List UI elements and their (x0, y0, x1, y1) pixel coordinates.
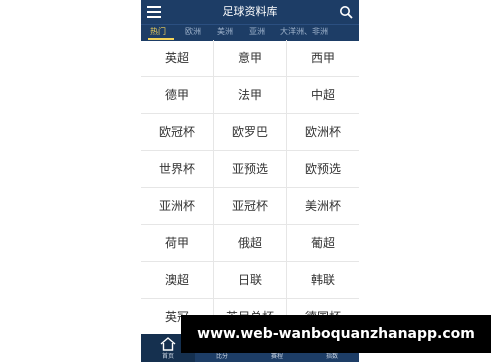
league-cell[interactable]: 英超 (141, 40, 214, 76)
home-icon (160, 337, 176, 351)
league-cell[interactable]: 澳超 (141, 262, 214, 298)
app-header: 足球资料库 (141, 0, 359, 24)
league-grid: 英超 意甲 西甲 德甲 法甲 中超 欧冠杯 欧罗巴 欧洲杯 世界杯 亚预选 欧预… (141, 40, 359, 336)
league-row: 澳超 日联 韩联 (141, 262, 359, 299)
league-cell[interactable]: 美洲杯 (287, 188, 359, 224)
league-cell[interactable]: 亚冠杯 (214, 188, 287, 224)
league-cell[interactable]: 法甲 (214, 77, 287, 113)
nav-scores-label: 比分 (215, 353, 228, 360)
league-row: 荷甲 俄超 葡超 (141, 225, 359, 262)
league-row: 欧冠杯 欧罗巴 欧洲杯 (141, 114, 359, 151)
league-row: 世界杯 亚预选 欧预选 (141, 151, 359, 188)
league-row: 英超 意甲 西甲 (141, 40, 359, 77)
tab-hot[interactable]: 热门 (150, 26, 166, 38)
nav-schedule-label: 赛程 (270, 353, 283, 360)
phone-screen: 足球资料库 热门 欧洲 美洲 亚洲 大洋洲、非洲 英超 意甲 西甲 德甲 法甲 … (141, 0, 359, 362)
search-icon[interactable] (339, 5, 353, 19)
nav-home-label: 首页 (161, 353, 174, 360)
league-cell[interactable]: 德甲 (141, 77, 214, 113)
tab-asia[interactable]: 亚洲 (249, 26, 265, 38)
league-cell[interactable]: 荷甲 (141, 225, 214, 261)
league-cell[interactable]: 欧冠杯 (141, 114, 214, 150)
league-row: 亚洲杯 亚冠杯 美洲杯 (141, 188, 359, 225)
league-cell[interactable]: 亚洲杯 (141, 188, 214, 224)
league-cell[interactable]: 意甲 (214, 40, 287, 76)
league-cell[interactable]: 葡超 (287, 225, 359, 261)
league-cell[interactable]: 欧洲杯 (287, 114, 359, 150)
nav-odds-label: 指数 (325, 353, 338, 360)
league-cell[interactable]: 欧预选 (287, 151, 359, 187)
league-cell[interactable]: 世界杯 (141, 151, 214, 187)
watermark-banner: www.web-wanboquanzhanapp.com (181, 315, 491, 353)
page-title: 足球资料库 (222, 5, 278, 18)
tab-america[interactable]: 美洲 (217, 26, 233, 38)
league-row: 德甲 法甲 中超 (141, 77, 359, 114)
tab-oceania-africa[interactable]: 大洋洲、非洲 (280, 26, 328, 38)
league-cell[interactable]: 俄超 (214, 225, 287, 261)
league-cell[interactable]: 日联 (214, 262, 287, 298)
league-cell[interactable]: 中超 (287, 77, 359, 113)
league-cell[interactable]: 亚预选 (214, 151, 287, 187)
tab-europe[interactable]: 欧洲 (185, 26, 201, 38)
league-cell[interactable]: 欧罗巴 (214, 114, 287, 150)
league-cell[interactable]: 西甲 (287, 40, 359, 76)
league-cell[interactable]: 韩联 (287, 262, 359, 298)
